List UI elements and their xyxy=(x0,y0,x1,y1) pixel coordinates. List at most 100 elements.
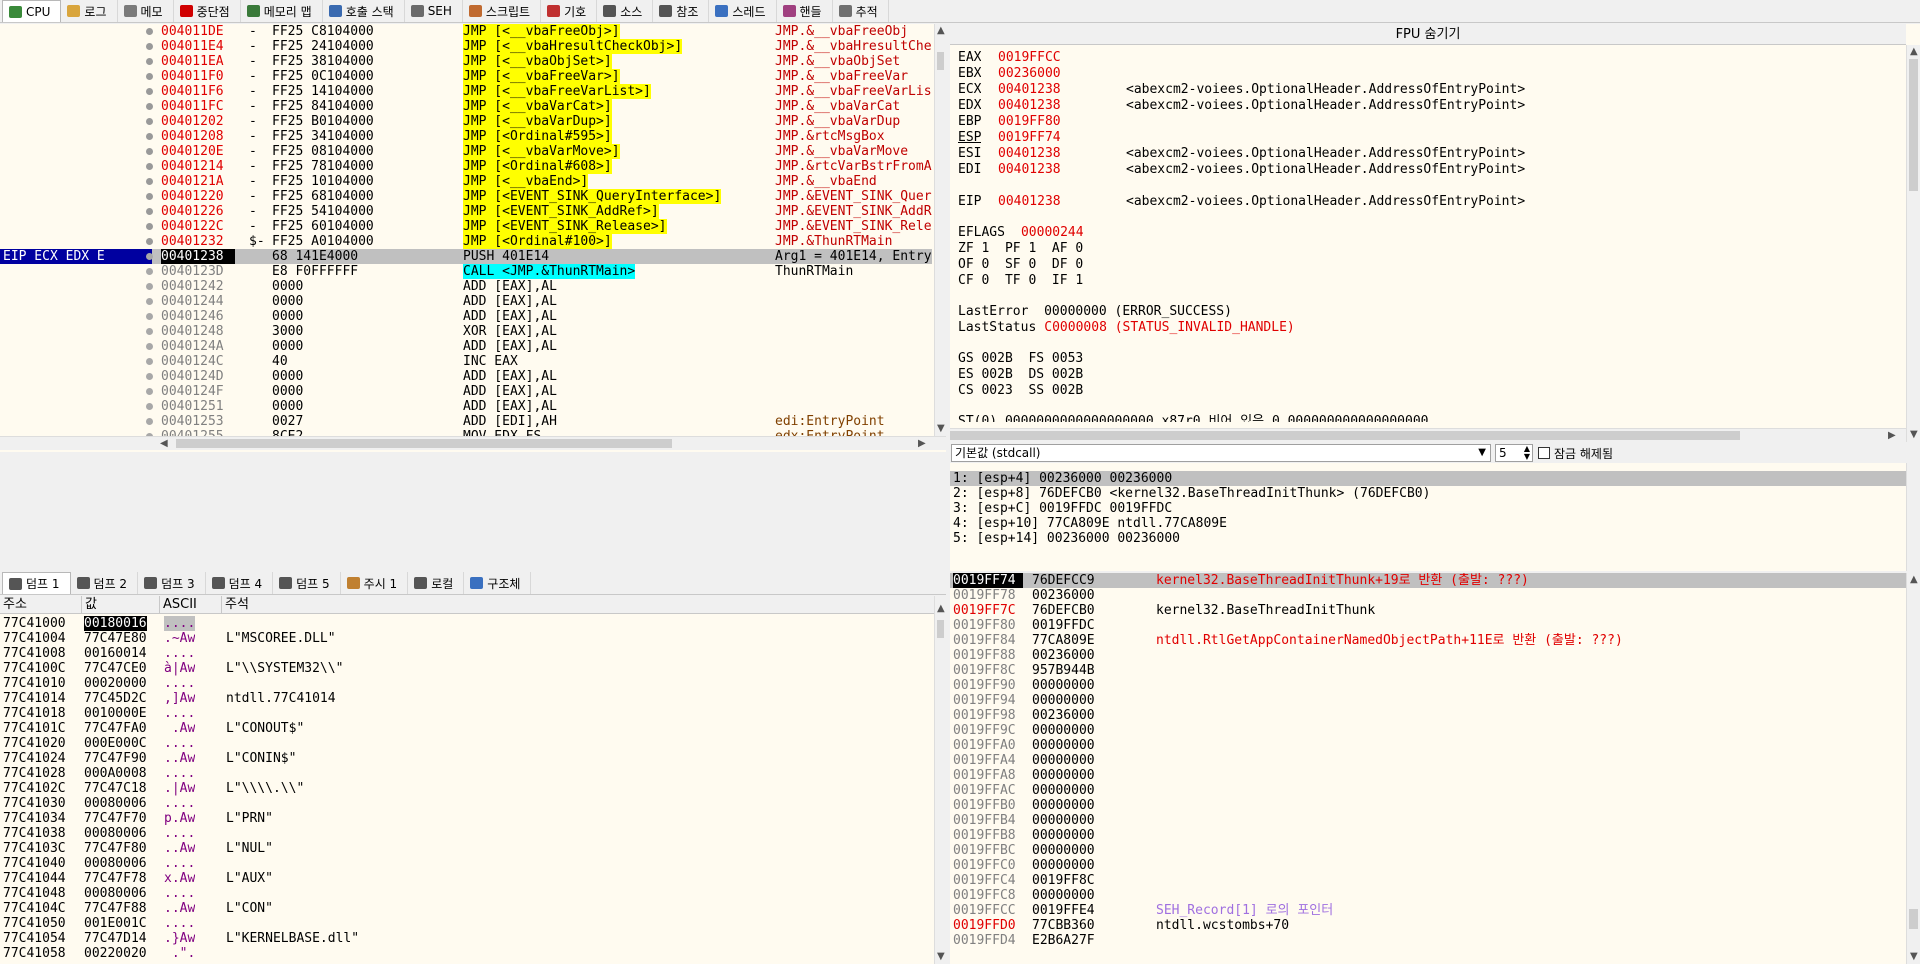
stack-address[interactable]: 0019FF74 xyxy=(953,573,1023,588)
dump-tab-2[interactable]: 덤프 3 xyxy=(138,572,206,594)
col-comment[interactable]: 주석 xyxy=(222,596,934,613)
dump-row[interactable]: 77C41020 000E000C.... xyxy=(0,736,934,751)
dump-value[interactable]: 000A0008 xyxy=(84,766,147,781)
disasm-address[interactable]: 00401214 xyxy=(161,159,235,174)
stack-address[interactable]: 0019FF80 xyxy=(953,618,1023,633)
tab-6[interactable]: SEH xyxy=(405,0,463,22)
stack-row[interactable]: 0019FF78 00236000 xyxy=(950,588,1906,603)
dump-row[interactable]: 77C41008 00160014.... xyxy=(0,646,934,661)
disasm-row[interactable]: 0040124F 0000 ADD [EAX],AL xyxy=(0,384,932,399)
disasm-address[interactable]: 00401244 xyxy=(161,294,235,309)
stack-pane[interactable]: 0019FF74 76DEFCC9 kernel32.BaseThreadInitT… xyxy=(950,573,1920,964)
stack-value[interactable]: 957B944B xyxy=(1032,663,1095,678)
breakpoint-dot-icon[interactable] xyxy=(146,103,153,110)
disasm-row[interactable]: 00401246 0000 ADD [EAX],AL xyxy=(0,309,932,324)
disasm-address[interactable]: 004011FC xyxy=(161,99,235,114)
register-row[interactable]: EDI 00401238 <abexcm2-voiees.OptionalHeade… xyxy=(958,162,1898,178)
breakpoint-dot-icon[interactable] xyxy=(146,193,153,200)
disasm-address[interactable]: 004011EA xyxy=(161,54,235,69)
stack-address[interactable]: 0019FFD0 xyxy=(953,918,1023,933)
disasm-address[interactable]: 00401208 xyxy=(161,129,235,144)
disasm-instruction[interactable]: JMP [<EVENT_SINK_AddRef>] xyxy=(463,204,659,219)
disasm-instruction[interactable]: JMP [<Ordinal#608>] xyxy=(463,159,612,174)
dump-value[interactable]: 00180016 xyxy=(84,616,147,631)
disasm-row[interactable]: 00401226- FF25 54104000 JMP [<EVENT_SINK_A… xyxy=(0,204,932,219)
stack-address[interactable]: 0019FFA8 xyxy=(953,768,1023,783)
stack-value[interactable]: 00000000 xyxy=(1032,678,1095,693)
dump-address[interactable]: 77C41010 xyxy=(3,676,66,691)
dump-value[interactable]: 00160014 xyxy=(84,646,147,661)
dump-row[interactable]: 77C41028 000A0008.... xyxy=(0,766,934,781)
disasm-instruction[interactable]: JMP [<__vbaVarCat>] xyxy=(463,99,612,114)
disasm-instruction[interactable]: JMP [<EVENT_SINK_Release>] xyxy=(463,219,667,234)
breakpoint-dot-icon[interactable] xyxy=(146,388,153,395)
stack-value[interactable]: 00236000 xyxy=(1032,708,1095,723)
breakpoint-dot-icon[interactable] xyxy=(146,43,153,50)
disasm-instruction[interactable]: JMP [<__vbaVarDup>] xyxy=(463,114,612,129)
breakpoint-dot-icon[interactable] xyxy=(146,253,153,260)
stack-row[interactable]: 0019FF8C 957B944B xyxy=(950,663,1906,678)
stack-address[interactable]: 0019FFB0 xyxy=(953,798,1023,813)
register-row[interactable]: ECX 00401238 <abexcm2-voiees.OptionalHeade… xyxy=(958,82,1898,98)
dump-address[interactable]: 77C41058 xyxy=(3,946,66,961)
stack-row[interactable]: 0019FFC8 00000000 xyxy=(950,888,1906,903)
register-row[interactable]: ESI 00401238 <abexcm2-voiees.OptionalHeade… xyxy=(958,146,1898,162)
dump-row[interactable]: 77C4100C 77C47CE0 à|Äw L"\\SYSTEM32\\" xyxy=(0,661,934,676)
dump-vscroll[interactable]: ▲ ▼ xyxy=(934,596,946,964)
disasm-row[interactable]: 0040121A - FF25 10104000 JMP [<__vbaEnd>] JM… xyxy=(0,174,932,189)
tab-10[interactable]: 참조 xyxy=(653,0,710,22)
breakpoint-dot-icon[interactable] xyxy=(146,208,153,215)
stack-row[interactable]: 0019FF7C 76DEFCB0 kernel32.BaseThreadInitT… xyxy=(950,603,1906,618)
disasm-address[interactable]: 00401255 xyxy=(161,429,235,436)
dump-value[interactable]: 001E001C xyxy=(84,916,147,931)
dump-address[interactable]: 77C41020 xyxy=(3,736,66,751)
register-value[interactable]: 00401238 xyxy=(998,82,1061,98)
stack-value[interactable]: 00000000 xyxy=(1032,798,1095,813)
registers-hscroll[interactable]: ▶ xyxy=(950,428,1906,442)
tab-0[interactable]: CPU xyxy=(2,0,62,22)
stack-value[interactable]: 0019FFDC xyxy=(1032,618,1095,633)
dump-address[interactable]: 77C41048 xyxy=(3,886,66,901)
breakpoint-dot-icon[interactable] xyxy=(146,178,153,185)
disassembly-pane[interactable]: 004011DE - FF25 C8104000 JMP [<__vbaFreeObj… xyxy=(0,24,946,452)
breakpoint-dot-icon[interactable] xyxy=(146,403,153,410)
dump-tab-4[interactable]: 덤프 5 xyxy=(273,572,341,594)
dump-row[interactable]: 77C41038 00080006.... xyxy=(0,826,934,841)
breakpoint-dot-icon[interactable] xyxy=(146,223,153,230)
stack-value[interactable]: 00000000 xyxy=(1032,753,1095,768)
dump-value[interactable]: 77C47C18 xyxy=(84,781,147,796)
flags-row[interactable]: ZF 1 PF 1 AF 0 xyxy=(958,241,1898,257)
disasm-instruction[interactable]: ADD [EAX],AL xyxy=(463,369,763,384)
dump-value[interactable]: 77C47E80 xyxy=(84,631,147,646)
breakpoint-dot-icon[interactable] xyxy=(146,313,153,320)
dump-row[interactable]: 77C41044 77C47F78 x.Äw L"AUX" xyxy=(0,871,934,886)
tab-2[interactable]: 메모 xyxy=(118,0,174,22)
breakpoint-dot-icon[interactable] xyxy=(146,268,153,275)
register-row[interactable]: EBP 0019FF80 xyxy=(958,114,1898,130)
dump-value[interactable]: 77C47FA0 xyxy=(84,721,147,736)
arg-count-stepper[interactable]: 5 ▲ ▼ xyxy=(1495,444,1533,462)
disasm-row[interactable]: 00401253 0027 ADD [EDI],AH edi:EntryPoint xyxy=(0,414,932,429)
stack-row[interactable]: 0019FF90 00000000 xyxy=(950,678,1906,693)
dump-row[interactable]: 77C41010 00020000.... xyxy=(0,676,934,691)
tab-11[interactable]: 스레드 xyxy=(709,0,777,22)
dump-row[interactable]: 77C41030 00080006.... xyxy=(0,796,934,811)
dump-address[interactable]: 77C41034 xyxy=(3,811,66,826)
disassembly-hscroll[interactable]: ◀ ▶ xyxy=(0,436,946,450)
stack-row[interactable]: 0019FF80 0019FFDC xyxy=(950,618,1906,633)
disasm-address[interactable]: 0040121A xyxy=(161,174,235,189)
stack-row[interactable]: 0019FF74 76DEFCC9 kernel32.BaseThreadInitT… xyxy=(950,573,1906,588)
stack-value[interactable]: 0019FF8C xyxy=(1032,873,1095,888)
stack-value[interactable]: 77CBB360 xyxy=(1032,918,1095,933)
stack-row[interactable]: 0019FFA0 00000000 xyxy=(950,738,1906,753)
disasm-instruction[interactable]: ADD [EAX],AL xyxy=(463,279,763,294)
col-ascii[interactable]: ASCII xyxy=(160,596,222,613)
dump-address[interactable]: 77C4100C xyxy=(3,661,66,676)
register-row[interactable]: EAX 0019FFCC xyxy=(958,50,1898,66)
stack-value[interactable]: 00000000 xyxy=(1032,828,1095,843)
disasm-address[interactable]: 00401220 xyxy=(161,189,235,204)
disasm-address[interactable]: 00401232 xyxy=(161,234,235,249)
dump-value[interactable]: 77C47F80 xyxy=(84,841,147,856)
dump-address[interactable]: 77C41044 xyxy=(3,871,66,886)
dump-tab-3[interactable]: 덤프 4 xyxy=(206,572,274,594)
